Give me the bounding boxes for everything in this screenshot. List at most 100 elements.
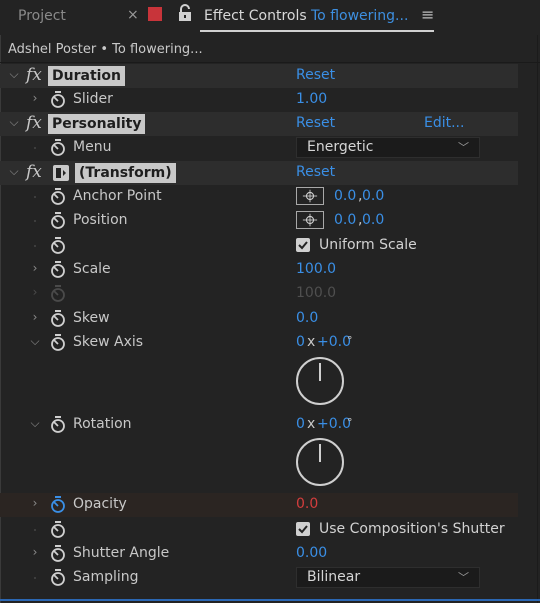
stopwatch-icon[interactable] [50, 545, 66, 563]
property-label: Skew [73, 310, 110, 326]
layer-color-label-icon [148, 7, 162, 21]
anchor-x-value[interactable]: 0.0 [334, 188, 356, 204]
stopwatch-icon[interactable] [50, 139, 66, 157]
degree-unit: ° [347, 334, 353, 347]
panel-tab-bar: Project × Effect Controls To flowering..… [0, 0, 540, 35]
expand-chevron-icon[interactable]: › [29, 496, 41, 510]
collapse-chevron-icon[interactable]: ⌵ [8, 67, 20, 81]
property-row-use-comp-shutter: Use Composition's Shutter [0, 518, 518, 542]
reset-link[interactable]: Reset [296, 67, 335, 83]
property-row-sampling: Sampling Bilinear ﹀ [0, 566, 518, 590]
rotation-revolutions[interactable]: 0 [296, 416, 305, 432]
collapse-chevron-icon[interactable]: ⌵ [29, 334, 41, 348]
crosshair-icon[interactable] [296, 187, 324, 205]
fx-toggle-icon[interactable]: fx [26, 112, 42, 134]
scale-value[interactable]: 100.0 [296, 261, 336, 277]
dropdown-value: Bilinear [307, 569, 361, 585]
tab-effect-controls[interactable]: Effect Controls [204, 8, 307, 24]
anchor-y-value[interactable]: 0.0 [362, 188, 384, 204]
chevron-down-icon: ﹀ [458, 571, 469, 584]
property-label: Rotation [73, 416, 132, 432]
position-y-value[interactable]: 0.0 [362, 212, 384, 228]
expand-chevron-icon[interactable]: › [29, 91, 41, 105]
property-label: Opacity [73, 496, 127, 512]
close-tab-icon[interactable]: × [127, 7, 139, 23]
lock-icon[interactable] [178, 4, 192, 22]
property-row-shutter-angle: › Shutter Angle 0.00 [0, 542, 518, 566]
property-row-rotation: ⌵ Rotation 0 x +0.0 ° [0, 413, 518, 437]
stopwatch-icon[interactable] [50, 188, 66, 206]
position-x-value[interactable]: 0.0 [334, 212, 356, 228]
property-row-position: Position 0.0 , 0.0 [0, 209, 518, 233]
stopwatch-icon[interactable] [50, 310, 66, 328]
effect-header-transform[interactable]: ⌵ fx (Transform) Reset [0, 161, 518, 185]
property-label: Scale [73, 261, 111, 277]
property-label: Shutter Angle [73, 545, 170, 561]
property-row-skew: › Skew 0.0 [0, 307, 518, 331]
property-label: Position [73, 212, 128, 228]
collapse-chevron-icon[interactable]: ⌵ [8, 164, 20, 178]
opacity-value[interactable]: 0.0 [296, 496, 318, 512]
skew-axis-degrees[interactable]: +0.0 [317, 334, 351, 350]
crosshair-icon[interactable] [296, 211, 324, 229]
breadcrumb: Adshel Poster • To flowering... [8, 42, 203, 57]
checkbox-label: Use Composition's Shutter [319, 521, 505, 537]
dial-needle [319, 363, 321, 381]
expand-chevron-icon[interactable]: › [29, 545, 41, 559]
panel-menu-icon[interactable]: ≡ [421, 5, 434, 24]
tree-dot [34, 529, 36, 531]
effect-header-personality[interactable]: ⌵ fx Personality Reset Edit... [0, 112, 518, 136]
stopwatch-active-icon[interactable] [50, 496, 66, 514]
active-tab-indicator [200, 30, 434, 32]
stopwatch-icon[interactable] [50, 334, 66, 352]
slider-value[interactable]: 1.00 [296, 91, 327, 107]
stopwatch-icon[interactable] [50, 91, 66, 109]
expand-chevron-icon[interactable]: › [29, 310, 41, 324]
skew-axis-dial[interactable] [296, 357, 344, 405]
skew-value[interactable]: 0.0 [296, 310, 318, 326]
expand-chevron-icon[interactable]: › [29, 261, 41, 275]
checkbox-label: Uniform Scale [319, 237, 417, 253]
stopwatch-icon[interactable] [50, 212, 66, 230]
sampling-dropdown[interactable]: Bilinear ﹀ [296, 567, 480, 588]
reset-link[interactable]: Reset [296, 164, 335, 180]
stopwatch-icon[interactable] [50, 416, 66, 434]
property-row-opacity: › Opacity 0.0 [0, 493, 518, 517]
property-row-scale-disabled: › 100.0 [0, 282, 518, 306]
layer-selector[interactable]: To flowering... [311, 8, 408, 24]
property-row-menu: Menu Energetic ﹀ [0, 136, 518, 160]
shutter-angle-value[interactable]: 0.00 [296, 545, 327, 561]
property-row-skew-axis: ⌵ Skew Axis 0 x +0.0 ° [0, 331, 518, 355]
edit-link[interactable]: Edit... [424, 115, 464, 131]
rotation-degrees[interactable]: +0.0 [317, 416, 351, 432]
property-row-slider: › Slider 1.00 [0, 88, 518, 112]
tree-dot [34, 245, 36, 247]
stopwatch-icon [51, 285, 65, 302]
chevron-down-icon: ﹀ [458, 141, 469, 154]
uniform-scale-checkbox[interactable] [296, 238, 310, 252]
dropdown-value: Energetic [307, 139, 374, 155]
stopwatch-icon[interactable] [50, 521, 66, 539]
property-row-uniform-scale: Uniform Scale [0, 234, 518, 258]
stopwatch-icon[interactable] [50, 569, 66, 587]
stopwatch-icon[interactable] [50, 261, 66, 279]
effect-header-duration[interactable]: ⌵ fx Duration Reset [0, 64, 518, 88]
tab-project[interactable]: Project [18, 8, 66, 24]
stopwatch-icon[interactable] [50, 237, 66, 255]
fx-toggle-icon[interactable]: fx [26, 64, 42, 86]
reset-link[interactable]: Reset [296, 115, 335, 131]
tree-dot [34, 147, 36, 149]
skew-axis-revolutions[interactable]: 0 [296, 334, 305, 350]
property-label: Menu [73, 139, 112, 155]
collapse-chevron-icon[interactable]: ⌵ [29, 416, 41, 430]
property-label: Anchor Point [73, 188, 162, 204]
use-comp-shutter-checkbox[interactable] [296, 522, 310, 536]
effect-name: (Transform) [75, 163, 176, 183]
tree-dot [34, 196, 36, 198]
menu-dropdown[interactable]: Energetic ﹀ [296, 137, 480, 158]
fx-toggle-icon[interactable]: fx [26, 161, 42, 183]
rotation-dial[interactable] [296, 438, 344, 486]
collapse-chevron-icon[interactable]: ⌵ [8, 115, 20, 129]
revolution-x: x [307, 416, 316, 432]
property-label: Slider [73, 91, 113, 107]
